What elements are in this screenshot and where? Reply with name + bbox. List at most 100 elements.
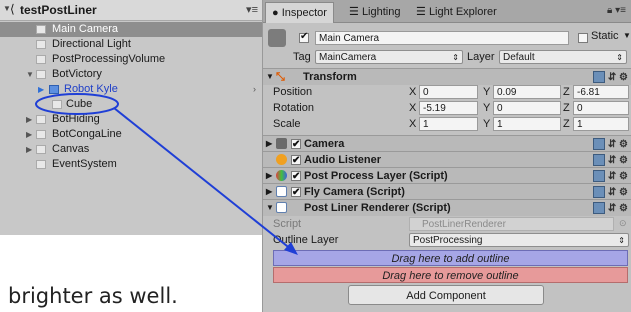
component-enabled-checkbox[interactable] bbox=[291, 185, 301, 201]
tab-inspector[interactable]: ● Inspector bbox=[265, 2, 334, 23]
hierarchy-item-label: Directional Light bbox=[52, 38, 131, 50]
axis-z-label: Z bbox=[563, 86, 570, 98]
script-reference-field: PostLinerRenderer bbox=[409, 217, 614, 231]
component-controls[interactable]: ⇵ ⚙ bbox=[592, 201, 628, 217]
chevron-down-icon: ⇕ bbox=[452, 53, 459, 62]
gameobject-icon bbox=[52, 100, 62, 109]
hierarchy-item-directional-light[interactable]: Directional Light bbox=[0, 37, 262, 52]
chevron-down-icon[interactable]: ▼ bbox=[623, 31, 631, 40]
hierarchy-item-canvas[interactable]: ▶ Canvas bbox=[0, 142, 262, 157]
camera-component-header[interactable]: ▶ Camera ⇵ ⚙ bbox=[263, 135, 631, 153]
static-checkbox[interactable] bbox=[578, 33, 588, 43]
scale-y-field[interactable]: 1 bbox=[493, 117, 561, 131]
inspector-body: Main Camera Static ▼ Tag MainCamera ⇕ La… bbox=[263, 23, 631, 312]
tab-lighting[interactable]: ☰ Lighting bbox=[343, 2, 406, 22]
hierarchy-item-postprocessingvolume[interactable]: PostProcessingVolume bbox=[0, 52, 262, 67]
component-title: Post Process Layer (Script) bbox=[304, 170, 448, 182]
transform-icon: ⤡ bbox=[276, 71, 285, 83]
help-book-icon[interactable] bbox=[592, 186, 605, 199]
help-book-icon[interactable] bbox=[592, 202, 605, 215]
hierarchy-item-main-camera[interactable]: Main Camera bbox=[0, 22, 262, 37]
hierarchy-item-botcongaline[interactable]: ▶ BotCongaLine bbox=[0, 127, 262, 142]
add-component-button[interactable]: Add Component bbox=[348, 285, 544, 305]
axis-y-label: Y bbox=[483, 86, 491, 98]
script-icon bbox=[276, 186, 287, 197]
rotation-y-field[interactable]: 0 bbox=[493, 101, 561, 115]
tag-value: MainCamera bbox=[319, 52, 377, 63]
add-outline-drop-zone[interactable]: Drag here to add outline bbox=[273, 250, 628, 266]
editor-tab-bar: ● Inspector ☰ Lighting ☰ Light Explorer … bbox=[263, 0, 631, 23]
rotation-z-field[interactable]: 0 bbox=[573, 101, 629, 115]
chevron-down-icon: ⇕ bbox=[616, 53, 623, 62]
expand-arrow-icon[interactable]: ▼ bbox=[26, 67, 34, 82]
collapse-arrow-icon[interactable]: ▶ bbox=[266, 168, 272, 184]
hierarchy-item-botvictory[interactable]: ▼ BotVictory bbox=[0, 67, 262, 82]
collapse-arrow-icon[interactable]: ▶ bbox=[266, 136, 272, 152]
tab-label: Light Explorer bbox=[428, 6, 497, 18]
script-label: Script bbox=[273, 218, 302, 230]
hierarchy-item-label: PostProcessingVolume bbox=[52, 53, 166, 65]
component-controls[interactable]: ⇵ ⚙ bbox=[592, 70, 628, 86]
hierarchy-item-eventsystem[interactable]: EventSystem bbox=[0, 157, 262, 172]
component-enabled-checkbox[interactable] bbox=[291, 169, 301, 185]
component-enabled-checkbox[interactable] bbox=[291, 153, 301, 169]
tab-light-explorer[interactable]: ☰ Light Explorer bbox=[410, 2, 503, 22]
prefab-arrow-icon[interactable]: › bbox=[253, 82, 256, 97]
component-title: Transform bbox=[303, 71, 357, 83]
layer-dropdown[interactable]: Default ⇕ bbox=[499, 50, 627, 64]
gameobject-icon bbox=[36, 115, 46, 124]
transform-header[interactable]: ▼ ⤡ Transform ⇵ ⚙ bbox=[263, 68, 631, 85]
object-name-field[interactable]: Main Camera bbox=[315, 31, 569, 45]
help-book-icon[interactable] bbox=[592, 138, 605, 151]
remove-outline-drop-zone[interactable]: Drag here to remove outline bbox=[273, 267, 628, 283]
position-z-field[interactable]: -6.81 bbox=[573, 85, 629, 99]
post-liner-renderer-component-header[interactable]: ▼ Post Liner Renderer (Script) ⇵ ⚙ bbox=[263, 199, 631, 216]
rotation-x-field[interactable]: -5.19 bbox=[419, 101, 478, 115]
gameobject-icon bbox=[36, 130, 46, 139]
lock-icon[interactable]: 🔒︎ ▾≡ bbox=[607, 5, 626, 16]
axis-z-label: Z bbox=[563, 102, 570, 114]
help-book-icon[interactable] bbox=[592, 154, 605, 167]
fly-camera-component-header[interactable]: ▶ Fly Camera (Script) ⇵ ⚙ bbox=[263, 183, 631, 201]
post-process-icon bbox=[276, 170, 287, 181]
scale-x-field[interactable]: 1 bbox=[419, 117, 478, 131]
scene-name[interactable]: testPostLiner bbox=[20, 3, 97, 17]
scale-z-field[interactable]: 1 bbox=[573, 117, 629, 131]
expand-arrow-icon[interactable]: ▼ bbox=[266, 69, 274, 85]
collapse-arrow-icon[interactable]: ▶ bbox=[26, 112, 32, 127]
collapse-arrow-icon[interactable]: ▶ bbox=[26, 127, 32, 142]
audio-listener-component-header[interactable]: Audio Listener ⇵ ⚙ bbox=[263, 151, 631, 169]
help-book-icon[interactable] bbox=[592, 71, 605, 84]
hierarchy-item-label: Canvas bbox=[52, 143, 90, 155]
hierarchy-item-robot-kyle[interactable]: ▶ Robot Kyle › bbox=[0, 82, 262, 97]
hierarchy-item-label: Cube bbox=[66, 98, 93, 110]
component-enabled-checkbox[interactable] bbox=[291, 137, 301, 153]
collapse-arrow-icon[interactable]: ▶ bbox=[266, 184, 272, 200]
outline-layer-dropdown[interactable]: PostProcessing ⇕ bbox=[409, 233, 629, 247]
hierarchy-item-label: Main Camera bbox=[52, 23, 119, 35]
hierarchy-item-cube[interactable]: Cube bbox=[0, 97, 262, 112]
hierarchy-item-bothiding[interactable]: ▶ BotHiding bbox=[0, 112, 262, 127]
info-icon: ● bbox=[272, 7, 279, 19]
collapse-arrow-icon[interactable]: ▶ bbox=[26, 142, 32, 157]
collapse-arrow-icon[interactable]: ▶ bbox=[38, 82, 44, 97]
axis-z-label: Z bbox=[563, 118, 570, 130]
position-x-field[interactable]: 0 bbox=[419, 85, 478, 99]
tab-label: Inspector bbox=[281, 7, 327, 19]
active-checkbox[interactable] bbox=[299, 31, 309, 43]
expand-arrow-icon[interactable]: ▼ bbox=[266, 200, 274, 216]
tag-dropdown[interactable]: MainCamera ⇕ bbox=[315, 50, 463, 64]
object-picker-icon: ⊙ bbox=[619, 218, 627, 228]
help-book-icon[interactable] bbox=[592, 170, 605, 183]
outline-layer-label: Outline Layer bbox=[273, 234, 339, 246]
position-y-field[interactable]: 0.09 bbox=[493, 85, 561, 99]
rotation-label: Rotation bbox=[273, 102, 314, 114]
hierarchy-item-label: BotHiding bbox=[52, 113, 100, 125]
position-label: Position bbox=[273, 86, 313, 98]
axis-y-label: Y bbox=[483, 102, 491, 114]
hierarchy-item-label: BotCongaLine bbox=[52, 128, 122, 140]
post-process-layer-component-header[interactable]: ▶ Post Process Layer (Script) ⇵ ⚙ bbox=[263, 167, 631, 185]
hamburger-menu-icon[interactable]: ▾≡ bbox=[246, 3, 258, 16]
camera-object-icon bbox=[268, 29, 286, 47]
chevron-down-icon: ⇕ bbox=[618, 236, 625, 245]
